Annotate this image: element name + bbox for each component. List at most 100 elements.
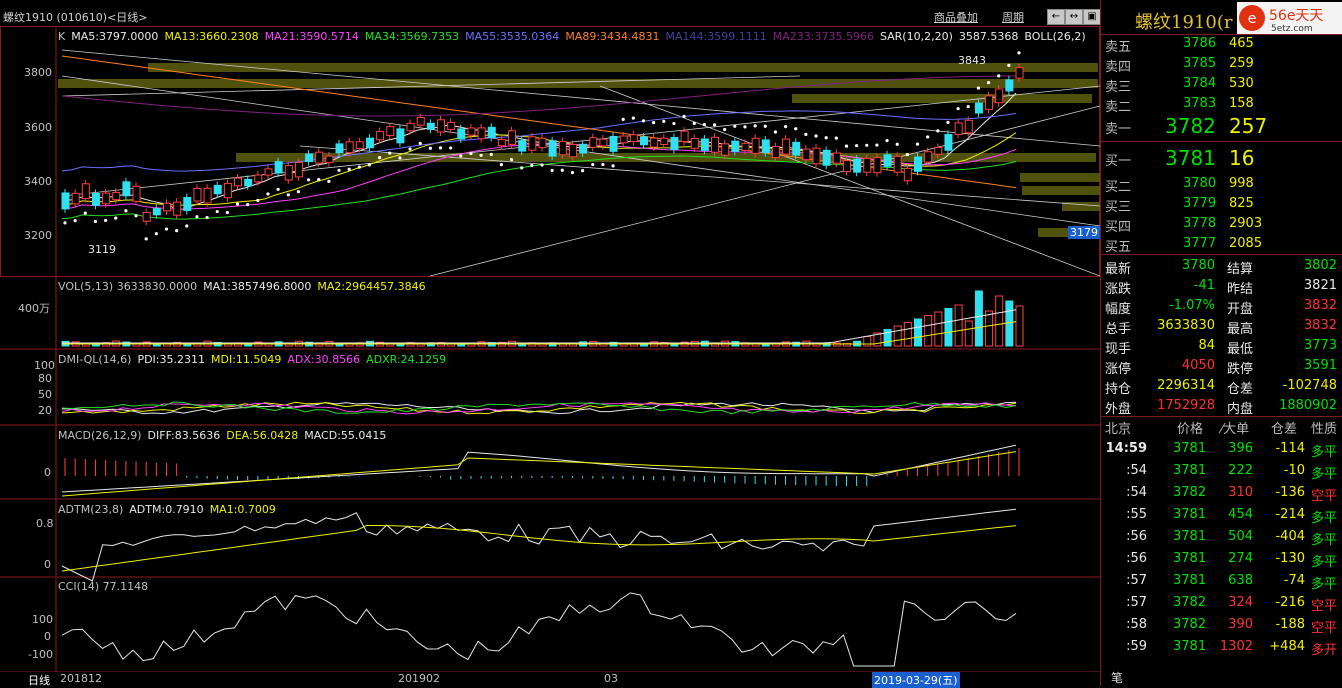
tick-time: :58	[1126, 617, 1147, 632]
tick-oi-change: -10	[1283, 463, 1305, 478]
sar-dot	[154, 232, 158, 236]
stats-row: 涨停 4050 跌停 3591	[1101, 356, 1342, 377]
sar-dot	[712, 123, 717, 127]
bid-row[interactable]: 买二 3780 998	[1101, 174, 1342, 195]
book-price: 3782	[1165, 114, 1216, 138]
bid-row[interactable]: 买三 3779 825	[1101, 194, 1342, 215]
candle-body	[497, 139, 506, 147]
ask-row[interactable]: 卖四 3785 259	[1101, 54, 1342, 75]
tick-row[interactable]: :56 3781 504 -404 多平	[1101, 527, 1342, 548]
volume-bar	[832, 342, 841, 347]
stat-value: 3633830	[1157, 318, 1215, 333]
candle-body	[609, 135, 618, 152]
dmi-legend-item: PDI:35.2311	[137, 353, 205, 366]
volume-bar	[1015, 305, 1024, 347]
sar-dot	[997, 74, 1001, 78]
sar-dot	[418, 141, 422, 145]
sar-dot	[347, 167, 351, 171]
tick-price: 3782	[1173, 617, 1207, 632]
sar-dot	[286, 193, 290, 197]
sar-dot	[438, 146, 443, 150]
sar-dot	[175, 229, 179, 233]
commodity-overlay-link[interactable]: 商品叠加	[934, 9, 978, 25]
sar-dot	[225, 210, 229, 215]
vol-y-tick: 400万	[18, 302, 50, 315]
ask-row[interactable]: 卖一 3782 257	[1101, 114, 1342, 138]
ticks-header: 北京 价格 ⁄大单 仓差 性质	[1101, 416, 1342, 437]
tick-row[interactable]: :56 3781 274 -130 多平	[1101, 549, 1342, 570]
candle-body	[660, 137, 669, 146]
sar-dot	[327, 179, 331, 183]
sar-dot	[702, 123, 706, 127]
book-separator	[1101, 141, 1342, 142]
tick-row[interactable]: :58 3782 390 -188 空平	[1101, 615, 1342, 636]
x-label-201812: 201812	[60, 672, 102, 685]
dmi-legend-item: ADX:30.8566	[287, 353, 361, 366]
restore-icon[interactable]: ▣	[1083, 9, 1101, 25]
adtm-line	[61, 508, 1017, 582]
tick-row[interactable]: :57 3782 324 -216 空平	[1101, 593, 1342, 614]
tick-volume: 504	[1228, 529, 1253, 544]
ask-row[interactable]: 卖二 3783 158	[1101, 94, 1342, 115]
candle-body	[721, 143, 730, 156]
tick-type: 多平	[1311, 511, 1338, 526]
y-tick-3600: 3600	[24, 121, 52, 134]
macd-legend-item: MACD(26,12,9)	[58, 429, 142, 442]
bid-row[interactable]: 买一 3781 16	[1101, 146, 1342, 170]
candle-body	[579, 143, 588, 154]
sar-dot	[763, 124, 767, 128]
book-price: 3783	[1183, 96, 1217, 111]
sar-dot	[773, 130, 778, 134]
sar-dot	[631, 116, 635, 120]
tick-price: 3781	[1173, 639, 1207, 654]
candle-body	[315, 151, 324, 164]
ask-row[interactable]: 卖三 3784 530	[1101, 74, 1342, 95]
sar-dot	[296, 190, 301, 194]
tick-oi-change: -216	[1275, 595, 1305, 610]
stat-label: 最高	[1227, 322, 1254, 337]
sar-dot	[540, 163, 544, 167]
bid-row[interactable]: 买四 3778 2903	[1101, 214, 1342, 235]
book-price: 3778	[1183, 216, 1217, 231]
ticks-header-cell: 仓差	[1271, 422, 1298, 437]
sar-dot	[621, 117, 625, 122]
book-price: 3781	[1165, 146, 1216, 170]
bottom-tab-ticks[interactable]: 笔	[1111, 669, 1123, 686]
prev-icon[interactable]: ←	[1047, 9, 1065, 25]
candle-body	[995, 88, 1004, 104]
tick-oi-change: -130	[1275, 551, 1305, 566]
tick-row[interactable]: :54 3781 222 -10 多平	[1101, 461, 1342, 482]
candle-body	[102, 192, 111, 205]
candle-body	[325, 155, 334, 164]
macd-panel	[61, 444, 1020, 497]
expand-icon[interactable]: ↔	[1065, 9, 1083, 25]
candle-body	[883, 154, 892, 167]
sar-dot	[428, 146, 432, 150]
candle-body	[193, 187, 202, 202]
sar-dot	[834, 136, 838, 140]
dmi-tick-100: 100	[34, 359, 55, 372]
stat-value: 3802	[1303, 258, 1337, 273]
candle-body	[639, 136, 648, 146]
tick-row[interactable]: 14:59 3781 396 -114 多平	[1101, 439, 1342, 460]
ask-row[interactable]: 卖五 3786 465	[1101, 34, 1342, 55]
tick-oi-change: +484	[1269, 639, 1305, 654]
tick-row[interactable]: :55 3781 454 -214 多平	[1101, 505, 1342, 526]
tick-volume: 310	[1228, 485, 1253, 500]
tick-row[interactable]: :54 3782 310 -136 空平	[1101, 483, 1342, 504]
candle-body	[914, 156, 923, 172]
cci-tick-0: 0	[44, 630, 51, 643]
candle-body	[812, 147, 821, 165]
tick-row[interactable]: :57 3781 638 -74 多平	[1101, 571, 1342, 592]
tick-time: :55	[1126, 507, 1147, 522]
stat-label: 跌停	[1227, 362, 1254, 377]
candle-body	[61, 192, 70, 210]
ma-legend-item: MA55:3535.0364	[465, 30, 560, 43]
period-link[interactable]: 周期	[1002, 9, 1024, 25]
bid-row[interactable]: 买五 3777 2085	[1101, 234, 1342, 255]
macd-legend-item: MACD:55.0415	[304, 429, 387, 442]
candle-body	[223, 182, 232, 199]
tick-row[interactable]: :59 3781 1302 +484 多开	[1101, 637, 1342, 658]
candle-body	[457, 128, 466, 140]
tick-type: 多开	[1311, 643, 1338, 658]
